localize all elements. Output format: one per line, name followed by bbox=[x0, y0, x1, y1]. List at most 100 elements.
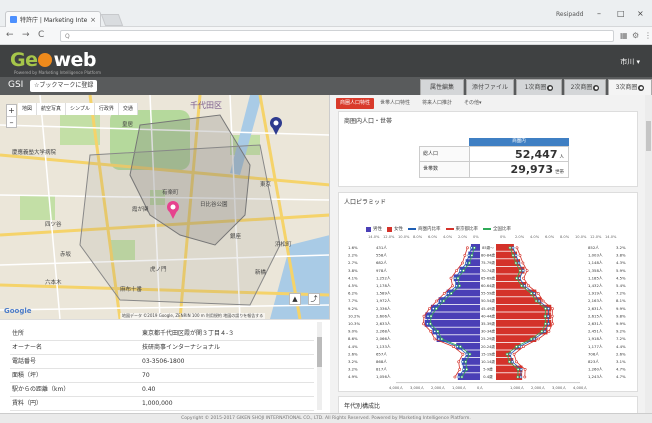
map-control-4[interactable]: 交通 bbox=[118, 103, 138, 115]
tab-2[interactable]: 添付ファイル bbox=[466, 79, 514, 95]
panel-scrollbar[interactable] bbox=[645, 95, 652, 413]
ratio-point bbox=[467, 261, 471, 265]
ratio-point bbox=[473, 246, 476, 250]
subtab-0[interactable]: 商圏人口特性 bbox=[336, 98, 375, 109]
male-count-label: 1,133人 bbox=[376, 344, 391, 349]
bookmark-button[interactable]: ☆ブックマークに登録 bbox=[30, 80, 98, 92]
extension-icon[interactable]: ▦ bbox=[620, 31, 628, 40]
female-count-label: 1,177人 bbox=[588, 344, 603, 349]
browser-tab[interactable]: 特許庁 | Marketing Intelli × bbox=[5, 11, 101, 27]
rate-tick-label: 10.0% bbox=[398, 235, 410, 239]
property-value: 1,000,000 bbox=[142, 400, 173, 407]
male-count-label: 1,178人 bbox=[376, 283, 391, 288]
x-tick-label: 2,000人 bbox=[431, 385, 445, 390]
subtab-3[interactable]: その他▾ bbox=[460, 98, 486, 109]
ratio-point bbox=[451, 284, 454, 288]
female-pct-label: 7.2% bbox=[616, 336, 626, 341]
map-control-3[interactable]: 行政界 bbox=[94, 103, 119, 115]
female-count-label: 1,260人 bbox=[588, 367, 603, 372]
map-credit[interactable]: 地図データ ©2019 Google, ZENRIN 100 m 利用規約 地図… bbox=[120, 313, 266, 319]
ratio-point bbox=[547, 307, 550, 311]
male-pct-label: 3.2% bbox=[348, 367, 358, 372]
age-label: 5-9歳 bbox=[483, 367, 493, 372]
geoweb-logo[interactable]: Ge web bbox=[10, 49, 97, 71]
rate-tick-label: 2.0% bbox=[515, 235, 525, 239]
tab-5[interactable]: 3次商圏 ● bbox=[608, 79, 652, 95]
back-arrow-icon[interactable]: ← bbox=[6, 30, 14, 40]
ratio-point bbox=[547, 322, 550, 326]
ratio-point bbox=[518, 269, 522, 273]
ratio-point bbox=[546, 314, 550, 318]
map-place-label: 浜松町 bbox=[275, 242, 292, 248]
ratio-point bbox=[457, 360, 461, 364]
user-menu[interactable]: 市川 ▾ bbox=[620, 57, 640, 67]
tab-3[interactable]: 1次商圏 ● bbox=[516, 79, 562, 95]
age-label: 45-49歳 bbox=[481, 306, 495, 311]
settings-icon[interactable]: ⚙ bbox=[632, 31, 639, 40]
male-bar bbox=[466, 350, 480, 358]
ratio-point bbox=[523, 284, 526, 288]
age-label: 25-29歳 bbox=[481, 336, 495, 341]
male-pct-label: 8.6% bbox=[348, 336, 358, 341]
male-pct-label: 1.6% bbox=[348, 245, 358, 250]
male-count-label: 2,066人 bbox=[376, 336, 391, 341]
url-input[interactable]: Q bbox=[60, 30, 614, 42]
ratio-point bbox=[515, 246, 519, 250]
age-label: 50-54歳 bbox=[481, 298, 495, 303]
female-pct-label: 4.4% bbox=[616, 344, 626, 349]
male-pct-label: 3.8% bbox=[348, 268, 358, 273]
menu-dots-icon[interactable]: ⋮ bbox=[644, 31, 652, 40]
app-header: Ge web Powered by Marketing Intelligence … bbox=[0, 45, 652, 77]
pan-up-icon[interactable]: ▲ bbox=[289, 293, 301, 305]
tab-1[interactable]: 属性編集 bbox=[420, 79, 464, 95]
ratio-point bbox=[453, 375, 457, 379]
new-tab-button[interactable] bbox=[100, 14, 124, 26]
age-label: 20-24歳 bbox=[481, 344, 495, 349]
map-control-2[interactable]: シンプル bbox=[66, 103, 95, 115]
forward-arrow-icon[interactable]: → bbox=[22, 30, 30, 40]
x-tick-label: 1,000人 bbox=[510, 385, 524, 390]
property-scrollbar[interactable] bbox=[317, 322, 322, 410]
tab-close-icon[interactable]: × bbox=[90, 16, 96, 24]
map-control-0[interactable]: 地図 bbox=[18, 103, 38, 115]
male-count-label: 1,589人 bbox=[376, 291, 391, 296]
maximize-button[interactable]: □ bbox=[617, 9, 625, 18]
subtab-1[interactable]: 世帯人口特性 bbox=[376, 98, 414, 109]
table-row: 住所 東京都千代田区霞が関３丁目４-３ bbox=[10, 327, 314, 341]
ratio-point bbox=[505, 352, 509, 356]
ratio-point bbox=[461, 360, 465, 364]
ratio-point bbox=[514, 261, 518, 265]
ratio-point bbox=[529, 292, 533, 295]
male-pct-label: 2.2% bbox=[348, 253, 358, 258]
ratio-point bbox=[511, 360, 514, 364]
tab-4[interactable]: 2次商圏 ● bbox=[564, 79, 606, 95]
minimize-button[interactable]: – bbox=[597, 9, 601, 18]
subtab-2[interactable]: 将来人口推計 bbox=[418, 98, 456, 109]
reload-icon[interactable]: C bbox=[38, 30, 44, 40]
profile-name[interactable]: Resipadd bbox=[556, 11, 584, 18]
rate-tick-label: 2.0% bbox=[458, 235, 468, 239]
ratio-point bbox=[440, 337, 444, 341]
ratio-point bbox=[544, 307, 547, 311]
map-control-1[interactable]: 航空写真 bbox=[37, 103, 67, 115]
population-table-head: 商圏内 bbox=[469, 138, 569, 146]
ratio-point bbox=[465, 352, 469, 356]
table-row: 世帯数 29,973 世帯 bbox=[419, 162, 569, 178]
male-count-label: 682人 bbox=[376, 260, 387, 265]
zoom-out-button[interactable]: – bbox=[7, 117, 16, 128]
ratio-point bbox=[508, 246, 512, 250]
ratio-point bbox=[446, 292, 450, 295]
close-window-button[interactable]: × bbox=[637, 9, 644, 18]
address-bar-row: ← → C Q ▦ ⚙ ⋮ bbox=[0, 27, 652, 45]
tab-title: 特許庁 | Marketing Intelli bbox=[20, 17, 88, 24]
male-pct-label: 2.7% bbox=[348, 260, 358, 265]
male-pct-label: 6.2% bbox=[348, 291, 358, 296]
ratio-point bbox=[541, 299, 545, 303]
rate-tick-label: 0% bbox=[473, 235, 479, 239]
zoom-in-button[interactable]: + bbox=[7, 105, 16, 117]
browser-titlebar: 特許庁 | Marketing Intelli × Resipadd – □ × bbox=[0, 0, 652, 27]
female-pct-label: 3.8% bbox=[616, 253, 626, 258]
male-pct-label: 10.3% bbox=[348, 321, 360, 326]
rate-tick-label: 8.0% bbox=[413, 235, 423, 239]
map-measure-icon[interactable]: ⤴ bbox=[308, 293, 320, 305]
